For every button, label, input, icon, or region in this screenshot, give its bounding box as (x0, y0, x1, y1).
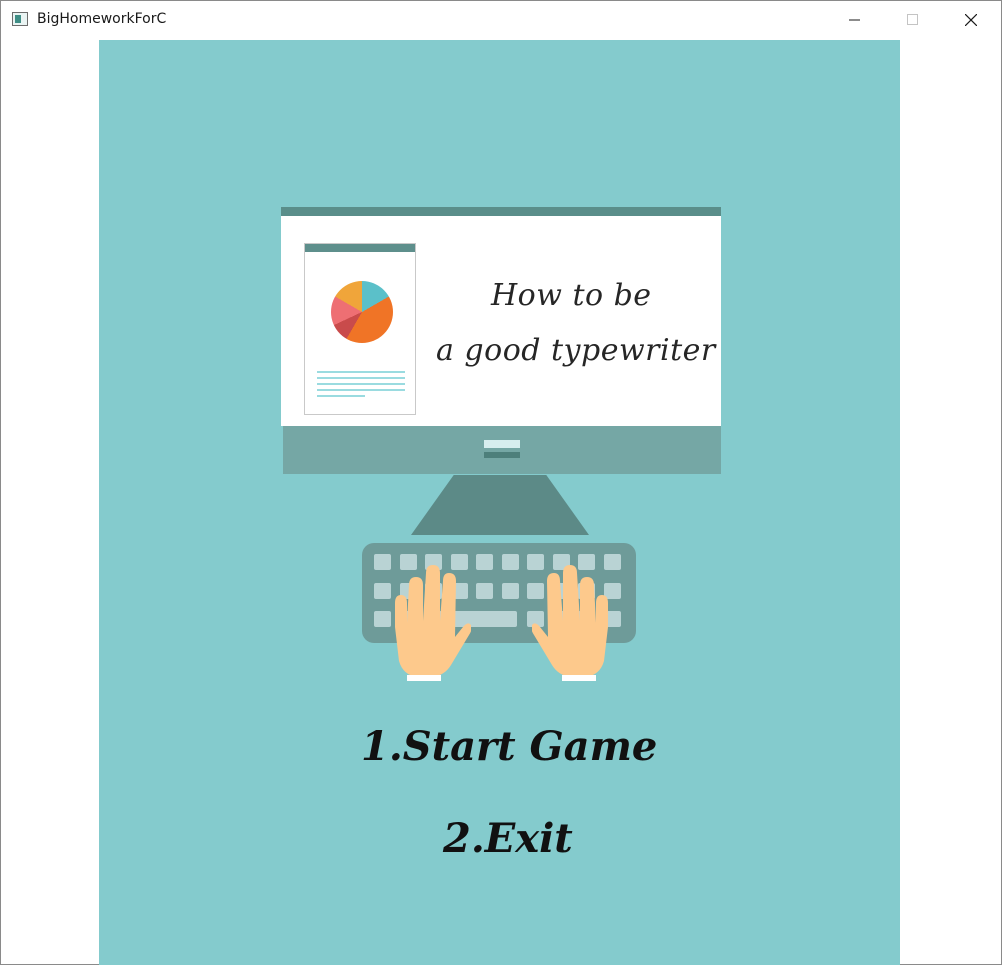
monitor-stand (411, 475, 589, 535)
document-line (317, 377, 405, 379)
minimize-button[interactable] (832, 1, 878, 39)
monitor-chin (283, 426, 721, 474)
window-title: BigHomeworkForC (37, 11, 167, 27)
maximize-button[interactable] (890, 1, 936, 39)
menu-item-exit[interactable]: 2.Exit (443, 815, 573, 862)
document-line (317, 395, 365, 397)
menu-item-start-game[interactable]: 1.Start Game (361, 723, 657, 770)
keyboard-key (501, 554, 519, 570)
app-window: BigHomeworkForC How to be a good typewri… (0, 0, 1002, 965)
keyboard-key (476, 583, 493, 599)
right-hand-icon (532, 565, 608, 681)
pie-chart-icon (331, 281, 393, 343)
keyboard-key (476, 554, 493, 570)
close-button[interactable] (948, 1, 994, 39)
maximize-icon (907, 14, 918, 25)
monitor-top-bezel (281, 207, 721, 216)
document-line (317, 389, 405, 391)
minimize-icon (849, 19, 860, 21)
keyboard-key (501, 583, 519, 599)
game-canvas[interactable]: How to be a good typewriter 1.Start Game… (99, 40, 900, 965)
document-header (305, 244, 415, 252)
document-line (317, 383, 405, 385)
close-icon (965, 14, 977, 26)
document-illustration (304, 243, 416, 415)
document-line (317, 371, 405, 373)
title-bar[interactable]: BigHomeworkForC (1, 1, 1001, 39)
screen-title-line1: How to be (491, 278, 652, 313)
monitor-slot-dark (484, 452, 520, 458)
screen-title-line2: a good typewriter (436, 333, 716, 368)
app-icon (12, 12, 28, 26)
left-hand-icon (395, 565, 471, 681)
monitor-slot (484, 440, 520, 448)
